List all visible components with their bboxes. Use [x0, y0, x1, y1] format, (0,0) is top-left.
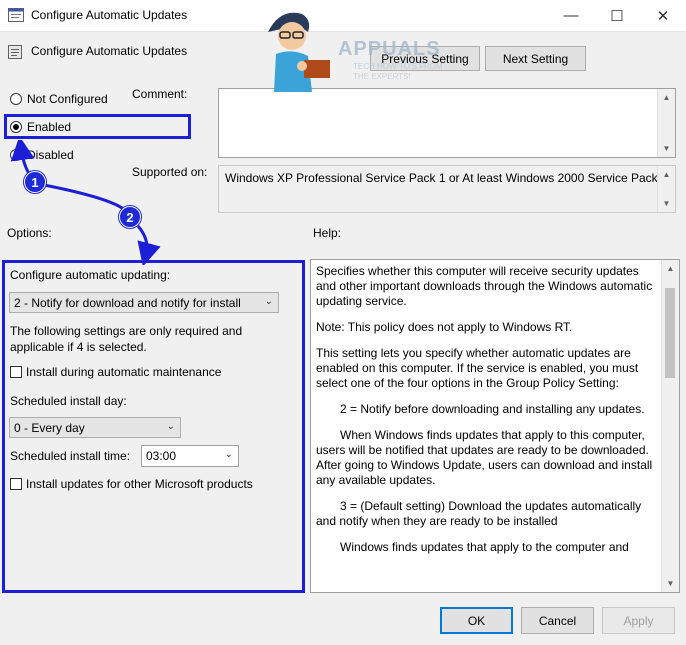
enabled-highlight-box [4, 114, 191, 139]
help-paragraph: Windows finds updates that apply to the … [340, 540, 629, 554]
help-paragraph: Specifies whether this computer will rec… [316, 264, 653, 308]
help-paragraph: 3 = (Default setting) Download the updat… [316, 499, 642, 528]
options-highlight-box [2, 260, 305, 593]
supported-on-value: Windows XP Professional Service Pack 1 o… [225, 171, 668, 185]
help-text: Specifies whether this computer will rec… [316, 264, 662, 566]
scroll-up-icon[interactable]: ▲ [658, 166, 675, 183]
scroll-up-icon[interactable]: ▲ [662, 260, 679, 277]
previous-setting-button[interactable]: Previous Setting [370, 46, 480, 71]
help-paragraph: Note: This policy does not apply to Wind… [316, 320, 573, 334]
apply-button[interactable]: Apply [602, 607, 675, 634]
scroll-down-icon[interactable]: ▼ [658, 195, 675, 212]
policy-setting-icon [8, 45, 22, 59]
window-title: Configure Automatic Updates [31, 8, 188, 22]
maximize-button[interactable]: ☐ [594, 0, 640, 31]
comment-field[interactable]: ▲ ▼ [218, 88, 676, 158]
help-paragraph: When Windows finds updates that apply to… [316, 428, 653, 487]
title-bar: Configure Automatic Updates — ☐ ✕ [0, 0, 686, 32]
annotation-arrows [10, 140, 161, 265]
close-icon: ✕ [656, 7, 670, 25]
comment-scrollbar[interactable]: ▲ ▼ [657, 89, 675, 157]
minimize-icon: — [563, 7, 579, 24]
supported-scrollbar[interactable]: ▲ ▼ [657, 166, 675, 212]
step-2-badge: 2 [119, 206, 141, 228]
scroll-down-icon[interactable]: ▼ [662, 575, 679, 592]
setting-title: Configure Automatic Updates [31, 44, 188, 58]
maximize-icon: ☐ [610, 7, 624, 25]
scroll-down-icon[interactable]: ▼ [658, 140, 675, 157]
policy-app-icon [8, 8, 24, 22]
not-configured-radio[interactable] [10, 93, 22, 105]
help-paragraph: This setting lets you specify whether au… [316, 346, 639, 390]
help-text-panel: Specifies whether this computer will rec… [310, 259, 680, 593]
close-button[interactable]: ✕ [640, 0, 686, 31]
help-scrollbar[interactable]: ▲ ▼ [661, 260, 679, 592]
minimize-button[interactable]: — [548, 0, 594, 31]
help-paragraph: 2 = Notify before downloading and instal… [340, 402, 645, 416]
next-setting-button[interactable]: Next Setting [485, 46, 586, 71]
cancel-button[interactable]: Cancel [521, 607, 594, 634]
scroll-up-icon[interactable]: ▲ [658, 89, 675, 106]
step-1-badge: 1 [24, 171, 46, 193]
supported-on-field: Windows XP Professional Service Pack 1 o… [218, 165, 676, 213]
ok-button[interactable]: OK [440, 607, 513, 634]
comment-label: Comment: [132, 87, 188, 101]
help-label: Help: [313, 226, 342, 240]
not-configured-label: Not Configured [27, 92, 108, 106]
help-scroll-thumb[interactable] [665, 288, 675, 378]
